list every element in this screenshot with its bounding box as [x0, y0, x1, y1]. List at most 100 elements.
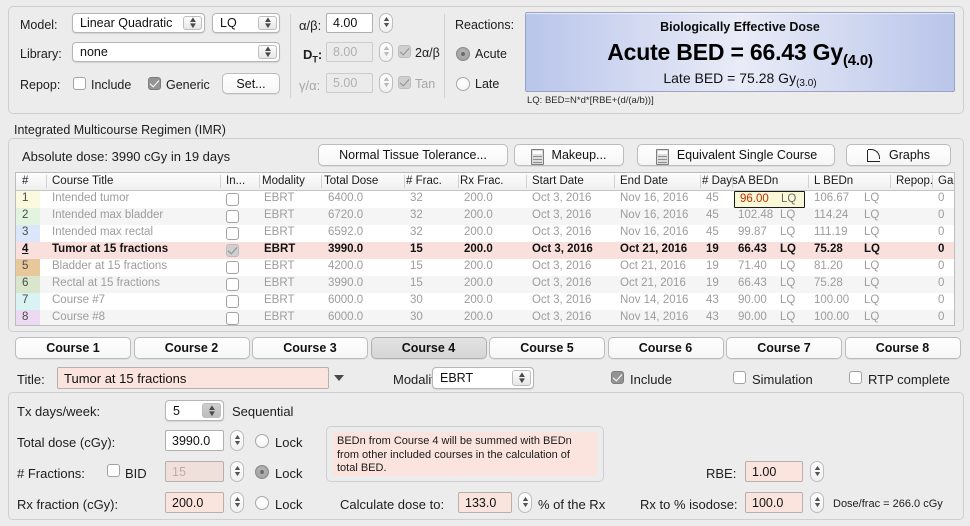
normal-tissue-tolerance-button[interactable]: Normal Tissue Tolerance... [318, 144, 508, 166]
fractions-lock-radio[interactable] [255, 465, 269, 479]
table-column-header[interactable]: Repop. [896, 175, 933, 187]
table-row[interactable]: 5Bladder at 15 fractionsEBRT4200.015200.… [16, 259, 954, 276]
rbe-input[interactable]: 1.00 [745, 461, 803, 482]
fractions-stepper[interactable]: ▲▼ [230, 461, 244, 482]
row-include-checkbox[interactable] [226, 278, 239, 291]
column-divider [46, 175, 47, 188]
column-divider [458, 175, 459, 188]
table-body[interactable]: 1Intended tumorEBRT6400.032200.0Oct 3, 2… [16, 191, 954, 325]
repop-set-button[interactable]: Set... [222, 73, 280, 94]
rtp-complete-checkbox[interactable] [849, 371, 862, 384]
gamma-alpha-stepper[interactable]: ▲▼ [379, 73, 393, 93]
acute-bedn-edit-cell[interactable]: 96.00LQ [734, 191, 805, 208]
cell-num-days: 45 [706, 209, 719, 221]
cell-gap: 0 [938, 260, 944, 272]
table-row[interactable]: 8Course #8EBRT6000.030200.0Oct 3, 2016No… [16, 310, 954, 326]
include-checkbox[interactable] [611, 371, 624, 384]
rx-fraction-lock-radio[interactable] [255, 496, 269, 510]
dt-field[interactable]: 8.00 [326, 42, 373, 62]
imr-section-title: Integrated Multicourse Regimen (IMR) [14, 123, 226, 137]
rx-fraction-stepper[interactable]: ▲▼ [230, 492, 244, 513]
alpha-beta-stepper[interactable]: ▲▼ [379, 13, 393, 33]
row-include-checkbox[interactable] [226, 227, 239, 240]
graphs-button[interactable]: Graphs [846, 144, 951, 166]
modality-dropdown[interactable]: EBRT ▲▼ [432, 367, 534, 389]
fractions-input[interactable]: 15 [165, 461, 224, 482]
equivalent-single-course-button[interactable]: Equivalent Single Course [637, 144, 835, 166]
course-table[interactable]: # Course Title In... Modality Total Dose # Fr… [15, 172, 955, 326]
course-tab-7[interactable]: Course 7 [726, 337, 842, 359]
table-column-header[interactable]: Rx Frac. [460, 175, 503, 187]
table-column-header[interactable]: Course Title [52, 175, 113, 187]
model-short-dropdown[interactable]: LQ ▲▼ [212, 13, 280, 33]
course-title-input[interactable]: Tumor at 15 fractions [57, 367, 329, 389]
table-column-header[interactable]: Gap [938, 175, 955, 187]
bid-checkbox[interactable] [107, 464, 120, 477]
row-include-checkbox[interactable] [226, 312, 239, 325]
row-include-checkbox[interactable] [226, 193, 239, 206]
table-column-header[interactable]: A BEDn [738, 175, 778, 187]
repop-include-checkbox[interactable] [73, 77, 86, 90]
tan-checkbox[interactable] [398, 76, 411, 89]
calculate-dose-input[interactable]: 133.0 [458, 492, 512, 513]
cell-end-date: Oct 21, 2016 [620, 243, 687, 255]
isodose-input[interactable]: 100.0 [745, 492, 803, 513]
cell-late-bedn: 100.00 [814, 311, 849, 323]
table-row[interactable]: 4Tumor at 15 fractionsEBRT3990.015200.0O… [16, 242, 954, 259]
course-tab-8[interactable]: Course 8 [845, 337, 961, 359]
isodose-label: Rx to % isodose: [640, 497, 738, 512]
gamma-alpha-field[interactable]: 5.00 [326, 73, 373, 93]
repop-generic-checkbox[interactable] [148, 77, 161, 90]
course-tab-2[interactable]: Course 2 [134, 337, 250, 359]
course-tab-4[interactable]: Course 4 [371, 337, 487, 359]
cell-modality: EBRT [264, 311, 294, 323]
two-alpha-beta-checkbox[interactable] [398, 45, 411, 58]
course-tab-5[interactable]: Course 5 [489, 337, 605, 359]
dt-stepper[interactable]: ▲▼ [379, 42, 393, 62]
table-column-header[interactable]: L BEDn [814, 175, 853, 187]
table-row[interactable]: 6Rectal at 15 fractionsEBRT3990.015200.0… [16, 276, 954, 293]
cell-acute-bedn-model: LQ [780, 209, 795, 221]
row-include-checkbox[interactable] [226, 295, 239, 308]
acute-bedn-model: LQ [781, 193, 796, 205]
row-include-checkbox[interactable] [226, 261, 239, 274]
table-column-header[interactable]: Modality [262, 175, 305, 187]
makeup-button[interactable]: Makeup... [514, 144, 624, 166]
rx-fraction-input[interactable]: 200.0 [165, 492, 224, 513]
table-column-header[interactable]: Start Date [532, 175, 584, 187]
fractions-value: 15 [172, 465, 186, 479]
cell-num-days: 45 [706, 192, 719, 204]
row-include-checkbox[interactable] [226, 210, 239, 223]
calculator-icon [531, 149, 544, 165]
simulation-checkbox[interactable] [733, 371, 746, 384]
calculate-dose-stepper[interactable]: ▲▼ [518, 492, 532, 513]
table-column-header[interactable]: Total Dose [324, 175, 378, 187]
title-history-caret-icon[interactable] [334, 375, 344, 381]
course-tab-3[interactable]: Course 3 [252, 337, 368, 359]
table-column-header[interactable]: # Frac. [406, 175, 442, 187]
alpha-beta-field[interactable]: 4.00 [326, 13, 373, 33]
table-row[interactable]: 2Intended max bladderEBRT6720.032200.0Oc… [16, 208, 954, 225]
reaction-late-radio[interactable] [456, 77, 470, 91]
table-column-header[interactable]: In... [226, 175, 245, 187]
course-tab-6[interactable]: Course 6 [608, 337, 724, 359]
reaction-acute-radio[interactable] [456, 47, 470, 61]
table-row[interactable]: 3Intended max rectalEBRT6592.032200.0Oct… [16, 225, 954, 242]
table-column-header[interactable]: # [22, 175, 28, 187]
table-row[interactable]: 1Intended tumorEBRT6400.032200.0Oct 3, 2… [16, 191, 954, 208]
table-row[interactable]: 7Course #7EBRT6000.030200.0Oct 3, 2016No… [16, 293, 954, 310]
course-tab-1[interactable]: Course 1 [15, 337, 131, 359]
tx-days-stepper[interactable]: 5 ▲▼ [165, 400, 224, 421]
rbe-stepper[interactable]: ▲▼ [810, 461, 824, 482]
table-column-header[interactable]: End Date [620, 175, 668, 187]
cell-num-fractions: 15 [410, 277, 423, 289]
total-dose-stepper[interactable]: ▲▼ [230, 430, 244, 451]
model-dropdown[interactable]: Linear Quadratic ▲▼ [72, 13, 205, 33]
row-include-checkbox[interactable] [226, 244, 239, 257]
library-dropdown[interactable]: none ▲▼ [72, 42, 280, 62]
total-dose-lock-radio[interactable] [255, 434, 269, 448]
isodose-stepper[interactable]: ▲▼ [810, 492, 824, 513]
total-dose-input[interactable]: 3990.0 [165, 430, 224, 451]
cell-rx-fraction: 200.0 [464, 209, 493, 221]
cell-total-dose: 3990.0 [328, 277, 363, 289]
